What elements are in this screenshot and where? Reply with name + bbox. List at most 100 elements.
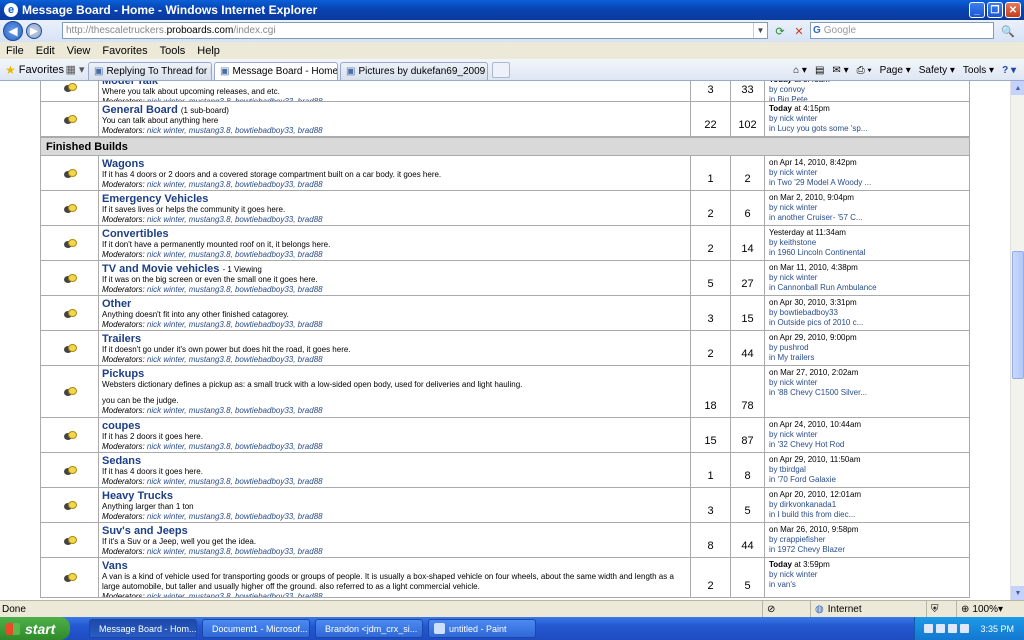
last-post-author[interactable]: by pushrod: [769, 343, 965, 353]
tab-pictures[interactable]: ▣ Pictures by dukefan69_2009 ...: [340, 61, 488, 80]
last-post-thread[interactable]: in Lucy you gots some 'sp...: [769, 124, 965, 134]
vertical-scrollbar[interactable]: ▲ ▼: [1010, 81, 1024, 600]
moderators-list[interactable]: nick winter, mustang3.8, bowtiebadboy33,…: [147, 512, 323, 521]
board-name-link[interactable]: TV and Movie vehicles: [102, 263, 219, 275]
tab-replying[interactable]: ▣ Replying To Thread for Ideas...: [88, 61, 212, 80]
moderators-list[interactable]: nick winter, mustang3.8, bowtiebadboy33,…: [147, 250, 323, 259]
minimize-button[interactable]: _: [969, 2, 985, 18]
menu-help[interactable]: Help: [197, 45, 220, 57]
menu-favorites[interactable]: Favorites: [102, 45, 147, 57]
board-name-link[interactable]: Sedans: [102, 455, 141, 467]
board-name-link[interactable]: Pickups: [102, 368, 144, 380]
address-dropdown-icon[interactable]: ▼: [753, 23, 767, 38]
last-post-thread[interactable]: in '88 Chevy C1500 Silver...: [769, 388, 965, 398]
last-post-thread[interactable]: in another Cruiser- '57 C...: [769, 213, 965, 223]
moderators-list[interactable]: nick winter, mustang3.8, bowtiebadboy33,…: [147, 215, 323, 224]
tools-menu[interactable]: Tools ▾: [963, 65, 994, 76]
favorites-button[interactable]: ★ Favorites: [0, 63, 64, 77]
tray-icon[interactable]: [936, 624, 946, 633]
last-post-author[interactable]: by nick winter: [769, 570, 965, 580]
last-post-author[interactable]: by nick winter: [769, 378, 965, 388]
taskbar-item[interactable]: Document1 - Microsof...: [202, 619, 310, 638]
board-name-link[interactable]: Vans: [102, 560, 128, 572]
moderators-list[interactable]: nick winter, mustang3.8, bowtiebadboy33,…: [147, 320, 323, 329]
zoom-control[interactable]: ⊕ 100% ▾: [956, 601, 1024, 617]
last-post-thread[interactable]: in My trailers: [769, 353, 965, 363]
moderators-list[interactable]: nick winter, mustang3.8, bowtiebadboy33,…: [147, 547, 323, 556]
last-post-author[interactable]: by nick winter: [769, 273, 965, 283]
menu-file[interactable]: File: [6, 45, 24, 57]
tray-icon[interactable]: [960, 624, 970, 633]
search-icon[interactable]: 🔍: [997, 23, 1019, 39]
last-post-author[interactable]: by nick winter: [769, 203, 965, 213]
tray-icon[interactable]: [924, 624, 934, 633]
safety-menu[interactable]: Safety ▾: [919, 65, 955, 76]
moderators-list[interactable]: nick winter, mustang3.8, bowtiebadboy33,…: [147, 285, 323, 294]
last-post-thread[interactable]: in '70 Ford Galaxie: [769, 475, 965, 485]
quick-tabs-icon[interactable]: ▦ ▾: [62, 61, 88, 79]
board-name-link[interactable]: Convertibles: [102, 228, 169, 240]
last-post-author[interactable]: by bowtiebadboy33: [769, 308, 965, 318]
feeds-icon[interactable]: ▤: [815, 65, 824, 76]
menu-view[interactable]: View: [67, 45, 91, 57]
tray-icon[interactable]: [948, 624, 958, 633]
board-name-link[interactable]: Other: [102, 298, 131, 310]
last-post-thread[interactable]: in van's: [769, 580, 965, 590]
scroll-thumb[interactable]: [1012, 251, 1024, 379]
forward-button[interactable]: ▶: [26, 23, 42, 39]
last-post-thread[interactable]: in Two '29 Model A Woody ...: [769, 178, 965, 188]
last-post-thread[interactable]: in '32 Chevy Hot Rod: [769, 440, 965, 450]
moderators-list[interactable]: nick winter, mustang3.8, bowtiebadboy33,…: [147, 126, 323, 135]
moderators-list[interactable]: nick winter, mustang3.8, bowtiebadboy33,…: [147, 97, 323, 101]
board-name-link[interactable]: Trailers: [102, 333, 141, 345]
last-post-thread[interactable]: in 1960 Lincoln Continental: [769, 248, 965, 258]
search-input[interactable]: G Google: [810, 22, 994, 39]
scroll-up-icon[interactable]: ▲: [1011, 81, 1024, 95]
back-button[interactable]: ◀: [3, 21, 23, 41]
moderators-list[interactable]: nick winter, mustang3.8, bowtiebadboy33,…: [147, 406, 323, 415]
last-post-thread[interactable]: in Outside pics of 2010 c...: [769, 318, 965, 328]
last-post-author[interactable]: by keithstone: [769, 238, 965, 248]
board-name-link[interactable]: General Board: [102, 104, 178, 116]
last-post-thread[interactable]: in Big Pete.: [769, 95, 965, 101]
moderators-list[interactable]: nick winter, mustang3.8, bowtiebadboy33,…: [147, 180, 323, 189]
address-bar[interactable]: http://thescaletruckers. proboards.com/in…: [62, 22, 768, 39]
popup-blocker-icon[interactable]: ⊘: [762, 601, 810, 617]
home-icon[interactable]: ⌂ ▾: [793, 65, 807, 76]
taskbar-item[interactable]: untitled - Paint: [428, 619, 536, 638]
moderators-list[interactable]: nick winter, mustang3.8, bowtiebadboy33,…: [147, 477, 323, 486]
last-post-thread[interactable]: in 1972 Chevy Blazer: [769, 545, 965, 555]
last-post-author[interactable]: by nick winter: [769, 430, 965, 440]
last-post-thread[interactable]: in I build this from diec...: [769, 510, 965, 520]
tab-message-board[interactable]: ▣ Message Board - Home ✕: [214, 61, 338, 80]
close-button[interactable]: ✕: [1005, 2, 1021, 18]
menu-edit[interactable]: Edit: [36, 45, 55, 57]
protected-mode-icon[interactable]: ⛨: [926, 601, 956, 617]
board-name-link[interactable]: Suv's and Jeeps: [102, 525, 188, 537]
board-name-link[interactable]: coupes: [102, 420, 141, 432]
last-post-author[interactable]: by dirkvonkanada1: [769, 500, 965, 510]
print-icon[interactable]: ⎙ ▾: [857, 65, 872, 76]
moderators-list[interactable]: nick winter, mustang3.8, bowtiebadboy33,…: [147, 355, 323, 364]
last-post-author[interactable]: by nick winter: [769, 168, 965, 178]
taskbar-item[interactable]: Brandon <jdm_crx_si...: [315, 619, 423, 638]
board-name-link[interactable]: Heavy Trucks: [102, 490, 173, 502]
moderators-list[interactable]: nick winter, mustang3.8, bowtiebadboy33,…: [147, 592, 323, 597]
start-button[interactable]: start: [0, 617, 70, 640]
stop-icon[interactable]: ✕: [791, 23, 807, 39]
last-post-author[interactable]: by tbirdgal: [769, 465, 965, 475]
mail-icon[interactable]: ✉ ▾: [832, 65, 848, 76]
last-post-author[interactable]: by nick winter: [769, 114, 965, 124]
restore-button[interactable]: ❐: [987, 2, 1003, 18]
new-tab-button[interactable]: [492, 61, 510, 78]
last-post-author[interactable]: by crappiefisher: [769, 535, 965, 545]
taskbar-item[interactable]: Message Board - Hom...: [89, 619, 197, 638]
last-post-author[interactable]: by convoy: [769, 85, 965, 95]
menu-tools[interactable]: Tools: [160, 45, 186, 57]
refresh-icon[interactable]: ⟳: [772, 23, 788, 39]
help-icon[interactable]: ? ▾: [1002, 65, 1016, 76]
scroll-down-icon[interactable]: ▼: [1011, 586, 1024, 600]
board-name-link[interactable]: Wagons: [102, 158, 144, 170]
board-name-link[interactable]: Emergency Vehicles: [102, 193, 208, 205]
moderators-list[interactable]: nick winter, mustang3.8, bowtiebadboy33,…: [147, 442, 323, 451]
